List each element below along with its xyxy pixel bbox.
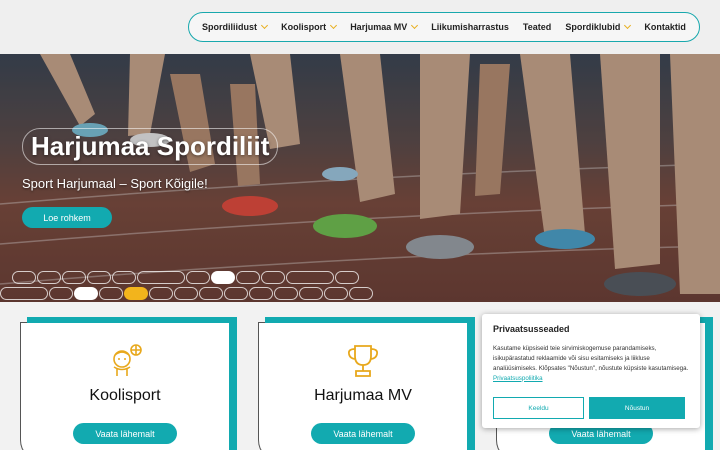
card-koolisport: Koolisport Vaata lähemalt: [20, 317, 237, 450]
slider-dot-highlight[interactable]: [124, 287, 148, 300]
nav-item-harjumaa-mv[interactable]: Harjumaa MV: [350, 21, 419, 32]
slider-dot-active[interactable]: [211, 271, 235, 284]
slider-dot[interactable]: [349, 287, 373, 300]
slider-dot[interactable]: [74, 287, 98, 300]
privacy-policy-link[interactable]: Privaatsuspoliitika: [493, 375, 543, 382]
nav-item-spordiklubid[interactable]: Spordiklubid: [565, 21, 632, 32]
hero-slider: Harjumaa Spordiliit Sport Harjumaal – Sp…: [0, 54, 720, 302]
nav-item-label: Koolisport: [281, 22, 327, 32]
nav-item-spordiliidust[interactable]: Spordiliidust: [202, 21, 269, 32]
card-title: Koolisport: [89, 387, 161, 404]
site-header: Spordiliidust Koolisport Harjumaa MV Lii…: [0, 0, 720, 54]
chevron-down-icon: [260, 21, 269, 30]
slider-dot[interactable]: [137, 271, 185, 284]
slider-dot[interactable]: [149, 287, 173, 300]
decline-button[interactable]: Keeldu: [493, 397, 584, 419]
slider-dot[interactable]: [236, 271, 260, 284]
nav-item-koolisport[interactable]: Koolisport: [281, 21, 338, 32]
view-more-button[interactable]: Vaata lähemalt: [73, 423, 177, 444]
nav-item-liikumisharrastus[interactable]: Liikumisharrastus: [431, 22, 509, 32]
hero-title-frame: Harjumaa Spordiliit: [22, 128, 279, 165]
slider-dot[interactable]: [37, 271, 61, 284]
hero-subtitle: Sport Harjumaal – Sport Kõigile!: [22, 176, 208, 191]
nav-item-label: Kontaktid: [644, 22, 686, 32]
slider-dot[interactable]: [49, 287, 73, 300]
slider-pagination-bottom: [0, 287, 373, 300]
cookie-buttons: Keeldu Nõustun: [493, 397, 685, 419]
slider-dot[interactable]: [299, 287, 323, 300]
card-title: Harjumaa MV: [314, 387, 412, 404]
slider-dot[interactable]: [87, 271, 111, 284]
slider-dot[interactable]: [199, 287, 223, 300]
chevron-down-icon: [624, 21, 632, 30]
nav-item-label: Harjumaa MV: [350, 22, 408, 32]
nav-item-label: Spordiklubid: [565, 22, 621, 32]
slider-dot[interactable]: [286, 271, 334, 284]
view-more-button[interactable]: Vaata lähemalt: [311, 423, 415, 444]
slider-dot[interactable]: [224, 287, 248, 300]
slider-pagination-top: [12, 271, 359, 284]
cookie-dialog-text: Kasutame küpsiseid teie sirvimiskogemuse…: [493, 344, 689, 384]
student-basketball-icon: [107, 343, 143, 382]
read-more-button[interactable]: Loe rohkem: [22, 207, 112, 228]
slider-dot[interactable]: [112, 271, 136, 284]
slider-dot[interactable]: [186, 271, 210, 284]
card-harjumaa-mv: Harjumaa MV Vaata lähemalt: [258, 317, 475, 450]
slider-dot[interactable]: [335, 271, 359, 284]
nav-item-label: Spordiliidust: [202, 22, 258, 32]
slider-dot[interactable]: [0, 287, 48, 300]
slider-dot[interactable]: [62, 271, 86, 284]
trophy-icon: [346, 343, 380, 384]
slider-dot[interactable]: [274, 287, 298, 300]
slider-dot[interactable]: [99, 287, 123, 300]
slider-dot[interactable]: [261, 271, 285, 284]
slider-dot[interactable]: [249, 287, 273, 300]
chevron-down-icon: [330, 21, 338, 30]
slider-dot[interactable]: [174, 287, 198, 300]
main-nav: Spordiliidust Koolisport Harjumaa MV Lii…: [188, 12, 700, 42]
cookie-consent-dialog: Privaatsusseaded Kasutame küpsiseid teie…: [482, 314, 700, 428]
hero-title: Harjumaa Spordiliit: [31, 131, 270, 161]
slider-dot[interactable]: [12, 271, 36, 284]
chevron-down-icon: [411, 21, 419, 30]
cookie-description: Kasutame küpsiseid teie sirvimiskogemuse…: [493, 345, 689, 372]
nav-item-kontaktid[interactable]: Kontaktid: [644, 22, 686, 32]
accept-button[interactable]: Nõustun: [589, 397, 685, 419]
nav-item-teated[interactable]: Teated: [523, 22, 551, 32]
nav-item-label: Teated: [522, 22, 552, 32]
nav-item-label: Liikumisharrastus: [431, 22, 509, 32]
slider-dot[interactable]: [324, 287, 348, 300]
cookie-dialog-title: Privaatsusseaded: [493, 324, 570, 334]
